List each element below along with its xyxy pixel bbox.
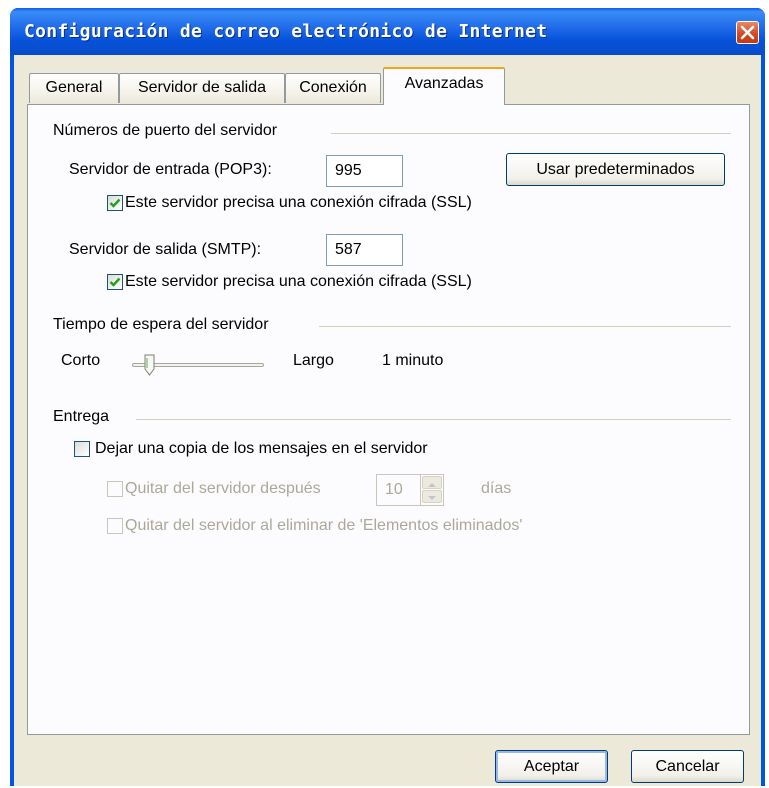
days-spinner[interactable] xyxy=(420,474,444,506)
outgoing-port-input[interactable]: 587 xyxy=(326,234,403,266)
tab-outgoing-server[interactable]: Servidor de salida xyxy=(119,73,285,103)
tab-connection[interactable]: Conexión xyxy=(285,73,381,103)
ports-section-title: Números de puerto del servidor xyxy=(53,122,278,139)
dialog-client: General Servidor de salida Conexión Avan… xyxy=(14,55,761,786)
cancel-button[interactable]: Cancelar xyxy=(631,750,744,783)
checkmark-icon xyxy=(109,277,121,287)
timeout-long-label: Largo xyxy=(293,352,334,369)
close-icon xyxy=(740,25,755,40)
window-title: Configuración de correo electrónico de I… xyxy=(24,21,548,42)
ok-button[interactable]: Aceptar xyxy=(495,750,608,783)
remove-after-label: Quitar del servidor después xyxy=(125,480,321,497)
outgoing-port-label: Servidor de salida (SMTP): xyxy=(69,241,262,258)
close-button[interactable] xyxy=(736,21,759,44)
checkmark-icon xyxy=(109,198,121,208)
timeout-section-divider xyxy=(319,326,731,327)
remove-deleted-checkbox[interactable] xyxy=(107,518,123,534)
incoming-port-label: Servidor de entrada (POP3): xyxy=(69,161,272,178)
incoming-port-input[interactable]: 995 xyxy=(326,155,403,187)
spin-down-button[interactable] xyxy=(422,490,442,503)
title-bar[interactable]: Configuración de correo electrónico de I… xyxy=(10,8,765,55)
arrow-down-icon xyxy=(428,496,436,500)
incoming-ssl-label[interactable]: Este servidor precisa una conexión cifra… xyxy=(125,194,472,212)
timeout-section-title: Tiempo de espera del servidor xyxy=(53,316,269,333)
timeout-short-label: Corto xyxy=(61,352,101,369)
days-label: días xyxy=(481,480,512,497)
remove-after-checkbox[interactable] xyxy=(107,481,123,497)
outgoing-ssl-label[interactable]: Este servidor precisa una conexión cifra… xyxy=(125,273,472,291)
timeout-slider-thumb[interactable] xyxy=(144,354,155,376)
timeout-value-text: 1 minuto xyxy=(382,352,444,369)
incoming-ssl-checkbox[interactable] xyxy=(107,195,123,211)
outgoing-ssl-checkbox[interactable] xyxy=(107,274,123,290)
leave-copy-checkbox[interactable] xyxy=(74,441,90,457)
tab-panel-advanced: Números de puerto del servidor Servidor … xyxy=(27,104,750,735)
dialog-window: Configuración de correo electrónico de I… xyxy=(10,8,765,786)
remove-after-days-input[interactable]: 10 xyxy=(376,474,422,506)
spin-up-button[interactable] xyxy=(422,476,442,489)
tab-advanced[interactable]: Avanzadas xyxy=(383,67,505,105)
ports-section-divider xyxy=(331,133,731,134)
tab-general[interactable]: General xyxy=(29,73,119,103)
delivery-section-divider xyxy=(136,419,731,420)
remove-deleted-label: Quitar del servidor al eliminar de 'Elem… xyxy=(125,517,523,534)
delivery-section-title: Entrega xyxy=(53,408,110,425)
arrow-up-icon xyxy=(428,483,436,487)
leave-copy-label[interactable]: Dejar una copia de los mensajes en el se… xyxy=(95,440,428,458)
use-defaults-button[interactable]: Usar predeterminados xyxy=(506,153,725,186)
